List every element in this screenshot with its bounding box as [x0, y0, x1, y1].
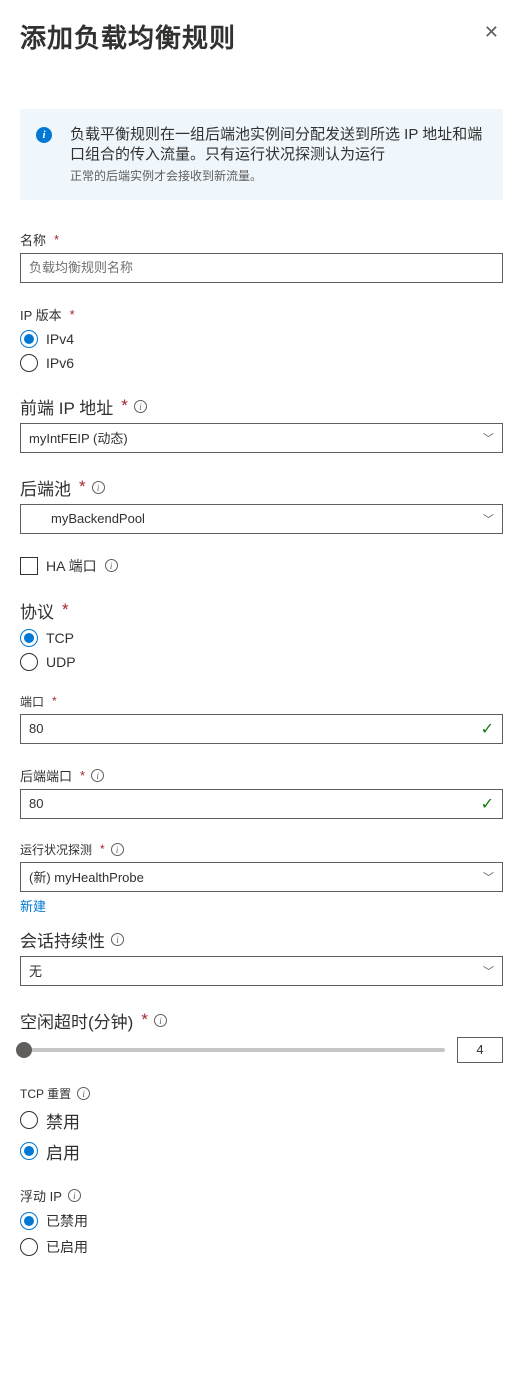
tcpreset-disable[interactable]: 禁用	[20, 1108, 503, 1133]
radio-icon	[20, 1238, 38, 1256]
tcpreset-enable[interactable]: 启用	[20, 1139, 503, 1164]
chevron-down-icon: ﹀	[483, 430, 494, 446]
checkbox-icon	[20, 557, 38, 575]
radio-icon	[20, 1111, 38, 1129]
probe-select[interactable]: (新) myHealthProbe ﹀	[20, 862, 503, 892]
info-icon: i	[36, 127, 52, 143]
session-select[interactable]: 无 ﹀	[20, 956, 503, 986]
radio-icon	[20, 354, 38, 372]
tcpreset-label: TCP 重置	[20, 1085, 71, 1102]
slider-thumb-icon[interactable]	[16, 1042, 32, 1058]
required-icon: *	[79, 477, 86, 497]
radio-icon	[20, 653, 38, 671]
radio-icon	[20, 330, 38, 348]
required-icon: *	[121, 396, 128, 416]
protocol-udp-label: UDP	[46, 654, 76, 670]
haports-checkbox[interactable]: HA 端口 i	[20, 556, 503, 576]
help-icon[interactable]: i	[154, 1014, 167, 1027]
ipver-ipv6[interactable]: IPv6	[20, 354, 503, 372]
backendport-input[interactable]: 80 ✓	[20, 789, 503, 819]
info-subtext: 正常的后端实例才会接收到新流量。	[70, 168, 483, 184]
haports-label: HA 端口	[46, 556, 97, 576]
help-icon[interactable]: i	[91, 769, 104, 782]
probe-label: 运行状况探测	[20, 841, 92, 858]
ipver-label: IP 版本	[20, 305, 62, 324]
help-icon[interactable]: i	[134, 400, 147, 413]
chevron-down-icon: ﹀	[483, 869, 494, 885]
floating-enabled-label: 已启用	[46, 1237, 88, 1257]
session-value: 无	[29, 961, 42, 980]
create-new-link[interactable]: 新建	[20, 896, 46, 915]
frontend-label: 前端 IP 地址	[20, 394, 113, 419]
required-icon: *	[62, 600, 69, 620]
port-value: 80	[29, 721, 43, 736]
ipver-ipv6-label: IPv6	[46, 355, 74, 371]
ipver-ipv4[interactable]: IPv4	[20, 330, 503, 348]
panel-title: 添加负载均衡规则	[20, 18, 236, 55]
help-icon[interactable]: i	[111, 843, 124, 856]
protocol-udp[interactable]: UDP	[20, 653, 503, 671]
radio-icon	[20, 1142, 38, 1160]
idle-value[interactable]: 4	[457, 1037, 503, 1063]
required-icon: *	[52, 694, 57, 708]
port-label: 端口	[20, 693, 44, 710]
required-icon: *	[141, 1010, 148, 1030]
protocol-label: 协议	[20, 598, 54, 623]
backend-select[interactable]: myBackendPool ﹀	[20, 504, 503, 534]
help-icon[interactable]: i	[92, 481, 105, 494]
required-icon: *	[70, 307, 75, 322]
help-icon[interactable]: i	[111, 933, 124, 946]
chevron-down-icon: ﹀	[483, 963, 494, 979]
radio-icon	[20, 629, 38, 647]
required-icon: *	[100, 842, 105, 856]
idle-slider[interactable]	[20, 1048, 445, 1052]
tcpreset-enable-label: 启用	[46, 1139, 80, 1164]
session-label: 会话持续性	[20, 927, 105, 952]
ipver-ipv4-label: IPv4	[46, 331, 74, 347]
name-label: 名称	[20, 230, 46, 249]
port-input[interactable]: 80 ✓	[20, 714, 503, 744]
required-icon: *	[54, 232, 59, 247]
floating-disabled-label: 已禁用	[46, 1211, 88, 1231]
backendport-value: 80	[29, 796, 43, 811]
backend-value: myBackendPool	[51, 511, 145, 526]
protocol-tcp[interactable]: TCP	[20, 629, 503, 647]
required-icon: *	[80, 768, 85, 783]
help-icon[interactable]: i	[105, 559, 118, 572]
protocol-tcp-label: TCP	[46, 630, 74, 646]
tcpreset-disable-label: 禁用	[46, 1108, 80, 1133]
help-icon[interactable]: i	[68, 1189, 81, 1202]
name-input[interactable]	[20, 253, 503, 283]
idle-label: 空闲超时(分钟)	[20, 1008, 133, 1033]
floating-enabled[interactable]: 已启用	[20, 1237, 503, 1257]
check-icon: ✓	[481, 719, 494, 739]
backendport-label: 后端端口	[20, 766, 72, 785]
radio-icon	[20, 1212, 38, 1230]
probe-value: (新) myHealthProbe	[29, 867, 144, 886]
help-icon[interactable]: i	[77, 1087, 90, 1100]
frontend-select[interactable]: myIntFEIP (动态) ﹀	[20, 423, 503, 453]
info-text: 负载平衡规则在一组后端池实例间分配发送到所选 IP 地址和端口组合的传入流量。只…	[70, 125, 483, 166]
floating-label: 浮动 IP	[20, 1186, 62, 1205]
check-icon: ✓	[481, 794, 494, 814]
backend-label: 后端池	[20, 475, 71, 500]
info-banner: i 负载平衡规则在一组后端池实例间分配发送到所选 IP 地址和端口组合的传入流量…	[20, 109, 503, 200]
chevron-down-icon: ﹀	[483, 511, 494, 527]
close-icon[interactable]: ✕	[480, 18, 503, 47]
floating-disabled[interactable]: 已禁用	[20, 1211, 503, 1231]
frontend-value: myIntFEIP (动态)	[29, 428, 128, 447]
